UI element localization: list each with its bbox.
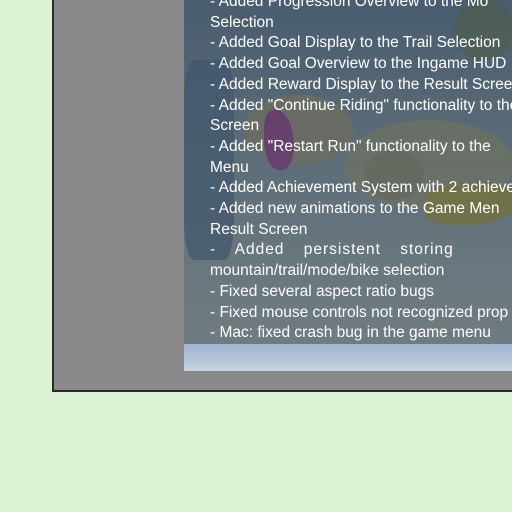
changelog-line: - Added Goal Overview to the Ingame HUD: [210, 55, 507, 73]
changelog-panel[interactable]: - Added Progression Overview to the Mo S…: [184, 0, 512, 344]
changelog-line: Selection: [210, 13, 274, 31]
changelog-line: - Added Achievement System with 2 achiev…: [210, 179, 512, 197]
changelog-line: - Added Reward Display to the Result Scr…: [210, 75, 512, 93]
changelog-line: - Added "Restart Run" functionality to t…: [210, 137, 491, 155]
changelog-line: mountain/trail/mode/bike selection: [210, 262, 445, 280]
changelog-list: - Added Progression Overview to the Mo S…: [210, 0, 512, 344]
changelog-line: - Added new animations to the Game Men: [210, 200, 500, 218]
game-viewport: - Added Progression Overview to the Mo S…: [184, 0, 512, 371]
changelog-line: - Added Goal Display to the Trail Select…: [210, 34, 501, 52]
changelog-line: Result Screen: [210, 220, 308, 238]
changelog-line: Screen: [210, 117, 260, 135]
changelog-line: - Fixed mouse controls not recognized pr…: [210, 303, 509, 321]
changelog-line: - Added "Continue Riding" functionality …: [210, 96, 512, 114]
changelog-line: - Added persistent storing: [210, 241, 454, 259]
changelog-line: Menu: [210, 158, 249, 176]
changelog-line: - Added Progression Overview to the Mo: [210, 0, 489, 10]
changelog-line: - Fixed several aspect ratio bugs: [210, 282, 434, 300]
scenery-ground: [184, 344, 512, 371]
changelog-line: - Mac: fixed crash bug in the game menu: [210, 324, 491, 342]
